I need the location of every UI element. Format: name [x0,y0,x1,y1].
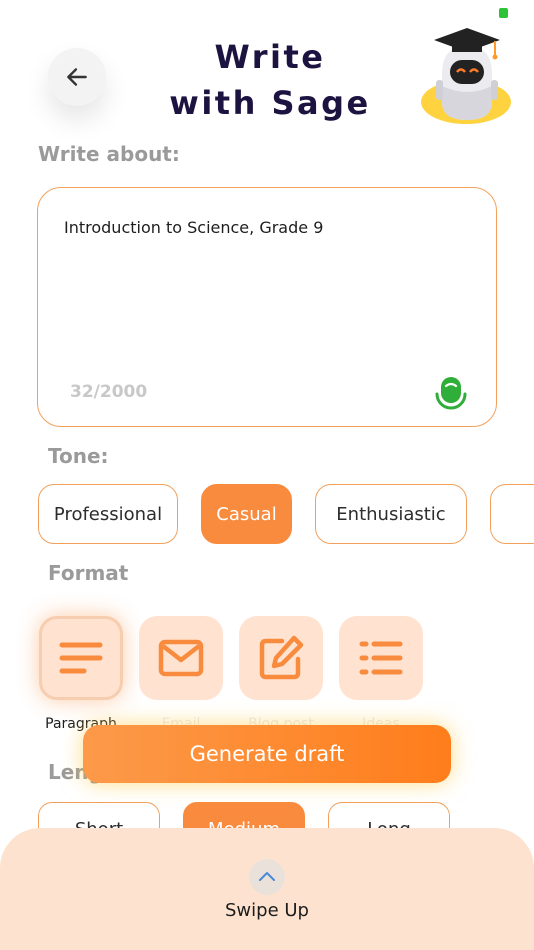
back-button[interactable] [48,48,106,106]
microphone-icon[interactable] [432,374,470,412]
topic-input-text[interactable]: Introduction to Science, Grade 9 [64,218,323,237]
status-indicator [499,8,508,18]
paragraph-icon [59,642,103,674]
tone-chip-enthusiastic[interactable]: Enthusiastic [315,484,467,544]
list-icon [359,641,403,675]
tone-chip-professional[interactable]: Professional [38,484,178,544]
robot-mascot-icon [421,28,511,124]
swipe-up-label: Swipe Up [225,900,309,921]
format-paragraph[interactable] [39,616,123,700]
character-count: 32/2000 [70,382,148,402]
tone-chip-casual[interactable]: Casual [201,484,292,544]
tone-chip-next[interactable] [490,484,534,544]
arrow-left-icon [67,68,87,86]
edit-icon [259,635,304,680]
topic-input-box[interactable]: Introduction to Science, Grade 9 32/2000 [37,187,497,427]
page-title: Write with Sage [169,38,371,122]
chevron-up-icon[interactable] [249,859,285,895]
format-email[interactable] [139,616,223,700]
format-blog-post[interactable] [239,616,323,700]
bottom-sheet[interactable]: Swipe Up [0,828,534,950]
format-ideas[interactable] [339,616,423,700]
format-label: Format [48,561,129,585]
tone-label: Tone: [48,444,109,468]
generate-draft-button[interactable]: Generate draft [83,725,451,783]
write-about-label: Write about: [38,142,180,166]
mail-icon [158,639,204,677]
